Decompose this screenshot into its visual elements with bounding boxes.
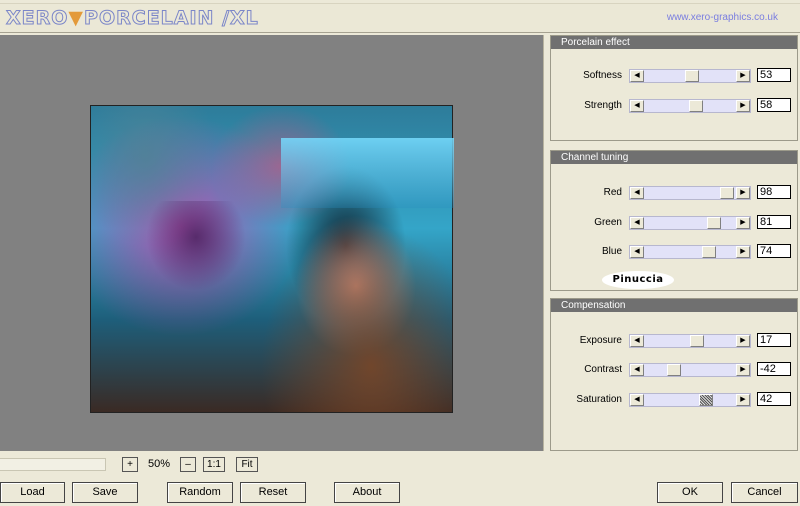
green-slider[interactable]: ◀ ▶ xyxy=(629,216,751,230)
contrast-slider[interactable]: ◀ ▶ xyxy=(629,363,751,377)
contrast-slider-row: Contrast ◀ ▶ -42 xyxy=(551,362,797,379)
blue-slider-row: Blue ◀ ▶ 74 xyxy=(551,244,797,261)
green-slider-thumb[interactable] xyxy=(707,217,722,229)
cancel-button[interactable]: Cancel xyxy=(731,482,798,503)
logo-chevron-icon: ▼ xyxy=(68,7,85,29)
exposure-slider-thumb[interactable] xyxy=(689,335,704,347)
porcelain-panel-title: Porcelain effect xyxy=(551,36,797,49)
saturation-slider-thumb[interactable] xyxy=(699,394,714,406)
logo-text-xero: XERO xyxy=(5,7,69,30)
strength-label: Strength xyxy=(584,100,622,111)
title-bar: XERO▼PORCELAIN /XL www.xero-graphics.co.… xyxy=(0,4,800,33)
ok-button[interactable]: OK xyxy=(657,482,723,503)
zoom-toolbar: + 50% – 1:1 Fit xyxy=(0,457,800,473)
red-increase-arrow-icon[interactable]: ▶ xyxy=(736,187,750,199)
green-increase-arrow-icon[interactable]: ▶ xyxy=(736,217,750,229)
saturation-slider-row: Saturation ◀ ▶ 42 xyxy=(551,392,797,409)
strength-slider-row: Strength ◀ ▶ 58 xyxy=(551,98,797,115)
contrast-label: Contrast xyxy=(584,364,622,375)
contrast-value-field[interactable]: -42 xyxy=(757,362,791,376)
strength-slider[interactable]: ◀ ▶ xyxy=(629,99,751,113)
action-buttons: Load Save Random Reset About OK Cancel xyxy=(0,482,800,504)
red-decrease-arrow-icon[interactable]: ◀ xyxy=(630,187,644,199)
exposure-decrease-arrow-icon[interactable]: ◀ xyxy=(630,335,644,347)
green-slider-row: Green ◀ ▶ 81 xyxy=(551,215,797,232)
exposure-value-field[interactable]: 17 xyxy=(757,333,791,347)
exposure-increase-arrow-icon[interactable]: ▶ xyxy=(736,335,750,347)
red-label: Red xyxy=(603,187,622,198)
red-slider[interactable]: ◀ ▶ xyxy=(629,186,751,200)
contrast-decrease-arrow-icon[interactable]: ◀ xyxy=(630,364,644,376)
exposure-label: Exposure xyxy=(579,335,622,346)
green-decrease-arrow-icon[interactable]: ◀ xyxy=(630,217,644,229)
green-label: Green xyxy=(594,217,622,228)
red-slider-thumb[interactable] xyxy=(720,187,735,199)
softness-increase-arrow-icon[interactable]: ▶ xyxy=(736,70,750,82)
preview-image[interactable] xyxy=(90,105,454,413)
saturation-label: Saturation xyxy=(576,394,622,405)
blue-slider-thumb[interactable] xyxy=(701,246,716,258)
zoom-level: 50% xyxy=(147,458,171,470)
compensation-panel-title: Compensation xyxy=(551,299,797,312)
save-button[interactable]: Save xyxy=(72,482,138,503)
channel-tuning-panel: Channel tuning Red ◀ ▶ 98 Green ◀ ▶ 81 B… xyxy=(550,150,798,291)
logo-text-porcelain: PORCELAIN /XL xyxy=(84,7,259,30)
porcelain-effect-panel: Porcelain effect Softness ◀ ▶ 53 Strengt… xyxy=(550,35,798,141)
pinuccia-watermark: Pinuccia xyxy=(602,271,674,289)
zoom-actual-size-button[interactable]: 1:1 xyxy=(203,457,225,472)
red-value-field[interactable]: 98 xyxy=(757,185,791,199)
exposure-slider[interactable]: ◀ ▶ xyxy=(629,334,751,348)
softness-value-field[interactable]: 53 xyxy=(757,68,791,82)
app-logo: XERO▼PORCELAIN /XL xyxy=(5,7,259,30)
load-button[interactable]: Load xyxy=(0,482,65,503)
softness-slider-row: Softness ◀ ▶ 53 xyxy=(551,68,797,85)
saturation-decrease-arrow-icon[interactable]: ◀ xyxy=(630,394,644,406)
strength-increase-arrow-icon[interactable]: ▶ xyxy=(736,100,750,112)
contrast-slider-thumb[interactable] xyxy=(666,364,681,376)
preview-area[interactable] xyxy=(0,35,544,451)
blue-increase-arrow-icon[interactable]: ▶ xyxy=(736,246,750,258)
blue-decrease-arrow-icon[interactable]: ◀ xyxy=(630,246,644,258)
image-tree-region xyxy=(146,201,246,291)
exposure-slider-row: Exposure ◀ ▶ 17 xyxy=(551,333,797,350)
softness-decrease-arrow-icon[interactable]: ◀ xyxy=(630,70,644,82)
compensation-panel: Compensation Exposure ◀ ▶ 17 Contrast ◀ … xyxy=(550,298,798,451)
blue-label: Blue xyxy=(601,246,622,257)
saturation-value-field[interactable]: 42 xyxy=(757,392,791,406)
strength-slider-thumb[interactable] xyxy=(689,100,704,112)
strength-value-field[interactable]: 58 xyxy=(757,98,791,112)
website-link[interactable]: www.xero-graphics.co.uk xyxy=(667,12,778,23)
saturation-slider[interactable]: ◀ ▶ xyxy=(629,393,751,407)
blue-slider[interactable]: ◀ ▶ xyxy=(629,245,751,259)
image-waterfall-region xyxy=(281,138,454,208)
red-slider-row: Red ◀ ▶ 98 xyxy=(551,185,797,202)
zoom-out-button[interactable]: – xyxy=(180,457,196,472)
blue-value-field[interactable]: 74 xyxy=(757,244,791,258)
reset-button[interactable]: Reset xyxy=(240,482,306,503)
softness-slider[interactable]: ◀ ▶ xyxy=(629,69,751,83)
strength-decrease-arrow-icon[interactable]: ◀ xyxy=(630,100,644,112)
softness-label: Softness xyxy=(583,70,622,81)
zoom-in-button[interactable]: + xyxy=(122,457,138,472)
progress-field xyxy=(0,458,106,471)
channel-panel-title: Channel tuning xyxy=(551,151,797,164)
zoom-fit-button[interactable]: Fit xyxy=(236,457,258,472)
softness-slider-thumb[interactable] xyxy=(685,70,700,82)
random-button[interactable]: Random xyxy=(167,482,233,503)
contrast-increase-arrow-icon[interactable]: ▶ xyxy=(736,364,750,376)
about-button[interactable]: About xyxy=(334,482,400,503)
green-value-field[interactable]: 81 xyxy=(757,215,791,229)
saturation-increase-arrow-icon[interactable]: ▶ xyxy=(736,394,750,406)
